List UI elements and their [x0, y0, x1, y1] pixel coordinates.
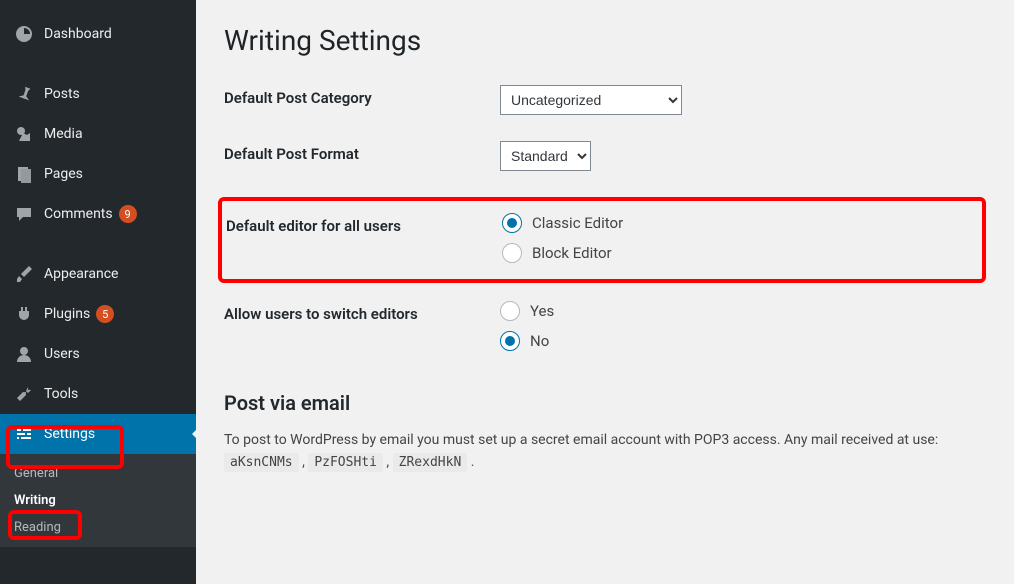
row-post-category: Default Post Category Uncategorized	[224, 85, 986, 115]
radio-icon	[502, 243, 522, 263]
label-default-editor: Default editor for all users	[226, 213, 502, 235]
plugins-badge: 5	[96, 305, 114, 323]
select-post-category[interactable]: Uncategorized	[500, 85, 682, 115]
sliders-icon	[14, 424, 34, 444]
radio-block-editor[interactable]: Block Editor	[502, 243, 974, 263]
sidebar-label: Settings	[44, 426, 95, 442]
sidebar-label: Users	[44, 346, 80, 362]
media-icon	[14, 124, 34, 144]
sidebar-label: Plugins	[44, 306, 90, 322]
brush-icon	[14, 264, 34, 284]
sidebar-label: Tools	[44, 386, 78, 402]
radio-label: Classic Editor	[532, 214, 623, 232]
sidebar-item-dashboard[interactable]: Dashboard	[0, 14, 196, 54]
sidebar-item-settings[interactable]: Settings	[0, 414, 196, 454]
label-allow-switch: Allow users to switch editors	[224, 301, 500, 323]
sidebar-item-media[interactable]: Media	[0, 114, 196, 154]
active-arrow-icon	[192, 424, 202, 444]
radio-classic-editor[interactable]: Classic Editor	[502, 213, 974, 233]
radio-label: No	[530, 332, 549, 350]
radio-label: Block Editor	[532, 244, 612, 262]
main-content: Writing Settings Default Post Category U…	[196, 0, 1014, 584]
sidebar-item-posts[interactable]: Posts	[0, 74, 196, 114]
sidebar-label: Comments	[44, 206, 113, 222]
sidebar-item-tools[interactable]: Tools	[0, 374, 196, 414]
sidebar-label: Appearance	[44, 266, 118, 282]
comments-badge: 9	[119, 205, 137, 223]
dashboard-icon	[14, 24, 34, 44]
highlight-default-editor: Default editor for all users Classic Edi…	[218, 197, 986, 283]
sidebar-item-comments[interactable]: Comments 9	[0, 194, 196, 234]
submenu-item-writing[interactable]: Writing	[0, 487, 196, 514]
email-code-2: PzFOSHti	[308, 453, 383, 472]
radio-icon	[502, 213, 522, 233]
section-post-via-email: Post via email	[224, 391, 986, 415]
sidebar-item-pages[interactable]: Pages	[0, 154, 196, 194]
label-post-category: Default Post Category	[224, 85, 500, 107]
page-title: Writing Settings	[224, 24, 986, 57]
sidebar-label: Pages	[44, 166, 83, 182]
select-post-format[interactable]: Standard	[500, 141, 591, 171]
sidebar-item-plugins[interactable]: Plugins 5	[0, 294, 196, 334]
radio-icon	[500, 301, 520, 321]
plug-icon	[14, 304, 34, 324]
sidebar-label: Posts	[44, 86, 80, 102]
sidebar-label: Media	[44, 126, 83, 142]
pin-icon	[14, 84, 34, 104]
radio-icon	[500, 331, 520, 351]
sidebar-item-appearance[interactable]: Appearance	[0, 254, 196, 294]
sidebar-label: Dashboard	[44, 26, 112, 42]
admin-sidebar: Dashboard Posts Media Pages Comments 9 A…	[0, 0, 196, 584]
radio-switch-no[interactable]: No	[500, 331, 986, 351]
row-allow-switch: Allow users to switch editors Yes No	[224, 301, 986, 361]
email-code-1: aKsnCNMs	[224, 453, 299, 472]
submenu-item-reading[interactable]: Reading	[0, 514, 196, 541]
pages-icon	[14, 164, 34, 184]
radio-switch-yes[interactable]: Yes	[500, 301, 986, 321]
settings-submenu: General Writing Reading	[0, 454, 196, 547]
radio-label: Yes	[530, 302, 554, 320]
comment-icon	[14, 204, 34, 224]
row-post-format: Default Post Format Standard	[224, 141, 986, 171]
email-code-3: ZRexdHkN	[393, 453, 468, 472]
sidebar-item-users[interactable]: Users	[0, 334, 196, 374]
label-post-format: Default Post Format	[224, 141, 500, 163]
submenu-item-general[interactable]: General	[0, 460, 196, 487]
user-icon	[14, 344, 34, 364]
post-via-email-description: To post to WordPress by email you must s…	[224, 429, 986, 474]
wrench-icon	[14, 384, 34, 404]
